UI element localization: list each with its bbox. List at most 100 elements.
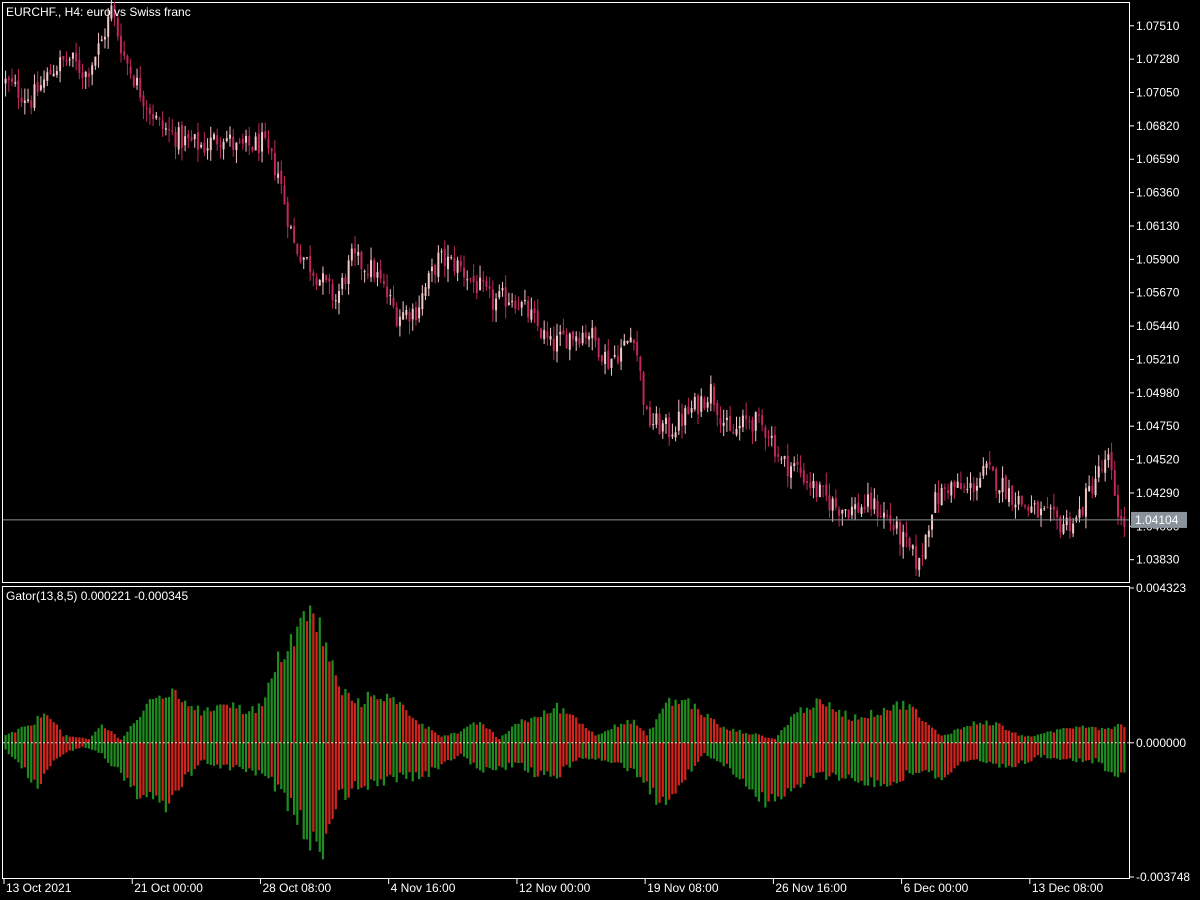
gator-lower-bar (677, 742, 680, 786)
candle-body (379, 269, 382, 279)
candle-body (1030, 506, 1033, 513)
candle-body (446, 256, 449, 270)
gator-lower-bar (1014, 742, 1017, 768)
gator-lower-bar (366, 742, 369, 790)
gator-lower-bar (1004, 742, 1007, 768)
gator-upper-bar (453, 732, 456, 743)
candle-body (690, 408, 693, 413)
gator-lower-bar (155, 742, 158, 796)
gator-lower-bar (504, 742, 507, 770)
gator-lower-bar (49, 742, 52, 767)
gator-upper-bar (962, 727, 966, 743)
gator-upper-bar (777, 735, 780, 743)
gator-lower-bar (844, 742, 847, 779)
gator-lower-bar (36, 742, 39, 789)
candle-body (206, 148, 209, 151)
gator-lower-bar (892, 742, 895, 783)
gator-upper-bar (684, 699, 687, 743)
gator-upper-bar (764, 737, 767, 743)
gator-lower-bar (850, 742, 854, 779)
gator-upper-bar (841, 716, 844, 743)
gator-lower-bar (510, 742, 514, 768)
candle-body (632, 339, 635, 344)
gator-upper-bar (1052, 732, 1055, 743)
gator-lower-bar (895, 742, 898, 784)
candle-body (376, 272, 379, 278)
gator-lower-bar (789, 742, 793, 792)
candle-body (642, 372, 645, 405)
gator-lower-bar (344, 742, 347, 800)
gator-lower-bar (623, 742, 626, 768)
candle-body (437, 252, 440, 277)
candle-body (799, 467, 802, 473)
gator-lower-bar (129, 742, 132, 788)
gator-lower-bar (969, 742, 972, 761)
gator-upper-bar (902, 700, 905, 743)
gator-lower-bar (65, 742, 68, 753)
gator-upper-bar (494, 736, 498, 743)
gator-upper-bar (1104, 728, 1107, 743)
candle-body (902, 531, 905, 547)
gator-upper-bar (360, 706, 363, 743)
gator-upper-bar (366, 691, 369, 743)
candle-body (533, 308, 536, 314)
candle-body (424, 287, 427, 297)
gator-lower-bar (411, 742, 414, 782)
candle-body (1113, 470, 1116, 496)
candle-body (216, 135, 219, 145)
candle-body (495, 298, 498, 311)
gator-lower-bar (257, 742, 260, 771)
gator-upper-bar (103, 728, 107, 743)
gator-upper-bar (280, 662, 283, 743)
gator-upper-bar (1084, 727, 1088, 743)
candle-body (116, 18, 119, 37)
gator-lower-bar (825, 742, 828, 780)
candle-body (671, 434, 674, 437)
symbol-title: EURCHF., H4: euro vs Swiss franc (6, 5, 191, 19)
candle-body (7, 77, 10, 81)
gator-upper-bar (58, 729, 62, 743)
gator-upper-bar (664, 702, 668, 743)
gator-upper-bar (482, 724, 485, 743)
candle-body (408, 312, 411, 322)
gator-upper-bar (17, 728, 20, 743)
gator-lower-bar (979, 742, 982, 762)
candle-body (1043, 508, 1046, 510)
candle-body (1059, 517, 1062, 533)
gator-lower-bar (555, 742, 559, 779)
candle-body (931, 514, 934, 530)
candle-body (443, 248, 446, 267)
gator-lower-bar (1068, 742, 1072, 759)
gator-lower-bar (107, 742, 110, 763)
gator-lower-bar (1033, 742, 1036, 758)
chart-canvas[interactable]: 1.07510 1.07280 1.07050 1.06820 1.06590 1.063… (0, 0, 1200, 900)
gator-lower-bar (81, 742, 84, 747)
candle-body (793, 463, 796, 467)
gator-lower-bar (886, 742, 889, 787)
gator-lower-bar (270, 742, 273, 777)
gator-lower-bar (248, 742, 251, 769)
gator-upper-bar (411, 717, 414, 743)
gator-upper-bar (873, 716, 876, 743)
gator-upper-bar (344, 689, 347, 743)
candle-body (293, 226, 296, 243)
candle-body (645, 406, 648, 410)
gator-upper-bar (706, 713, 709, 743)
gator-upper-bar (658, 713, 661, 743)
gator-upper-bar (414, 720, 418, 743)
gator-upper-bar (286, 651, 289, 743)
gator-lower-bar (998, 742, 1001, 768)
gator-upper-bar (655, 719, 658, 743)
candle-body (639, 356, 642, 372)
gator-upper-bar (1065, 728, 1068, 743)
gator-lower-bar (571, 742, 575, 762)
gator-lower-bar (10, 742, 14, 757)
candle-body (100, 39, 103, 42)
trading-chart[interactable]: 1.07510 1.07280 1.07050 1.06820 1.06590 1.063… (0, 0, 1200, 900)
gator-lower-bar (975, 742, 979, 760)
candle-body (190, 137, 193, 141)
candle-body (1110, 452, 1113, 471)
gator-upper-bar (1110, 729, 1113, 743)
gator-lower-bar (562, 742, 565, 767)
gator-lower-bar (318, 742, 321, 852)
